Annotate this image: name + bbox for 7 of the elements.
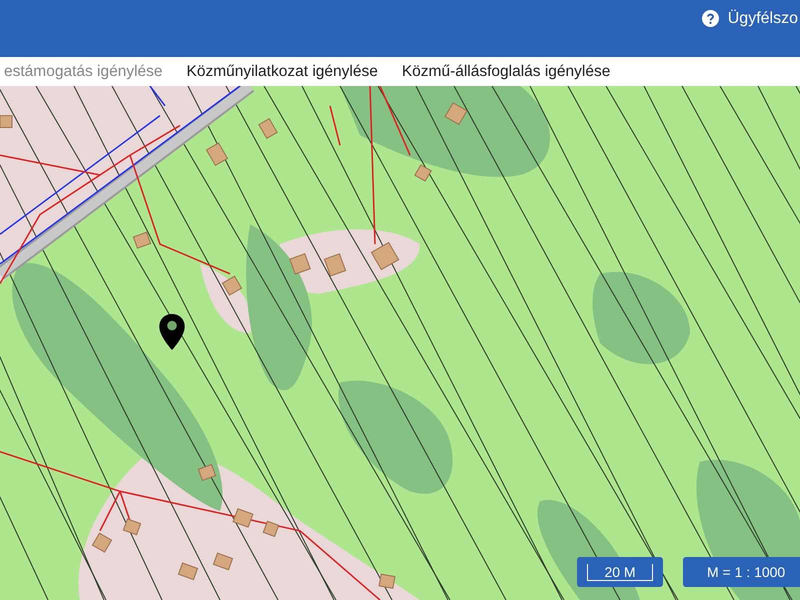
- scale-ratio: M = 1 : 1000: [683, 557, 800, 587]
- scale-bar: 20 M: [577, 557, 663, 587]
- help-icon: [702, 10, 719, 27]
- help-button[interactable]: Ügyfélszo: [702, 10, 798, 48]
- tab[interactable]: Közmű-állásfoglalás igénylése: [390, 62, 622, 80]
- location-pin-icon: [159, 314, 185, 350]
- tab[interactable]: Közműnyilatkozat igénylése: [174, 62, 390, 80]
